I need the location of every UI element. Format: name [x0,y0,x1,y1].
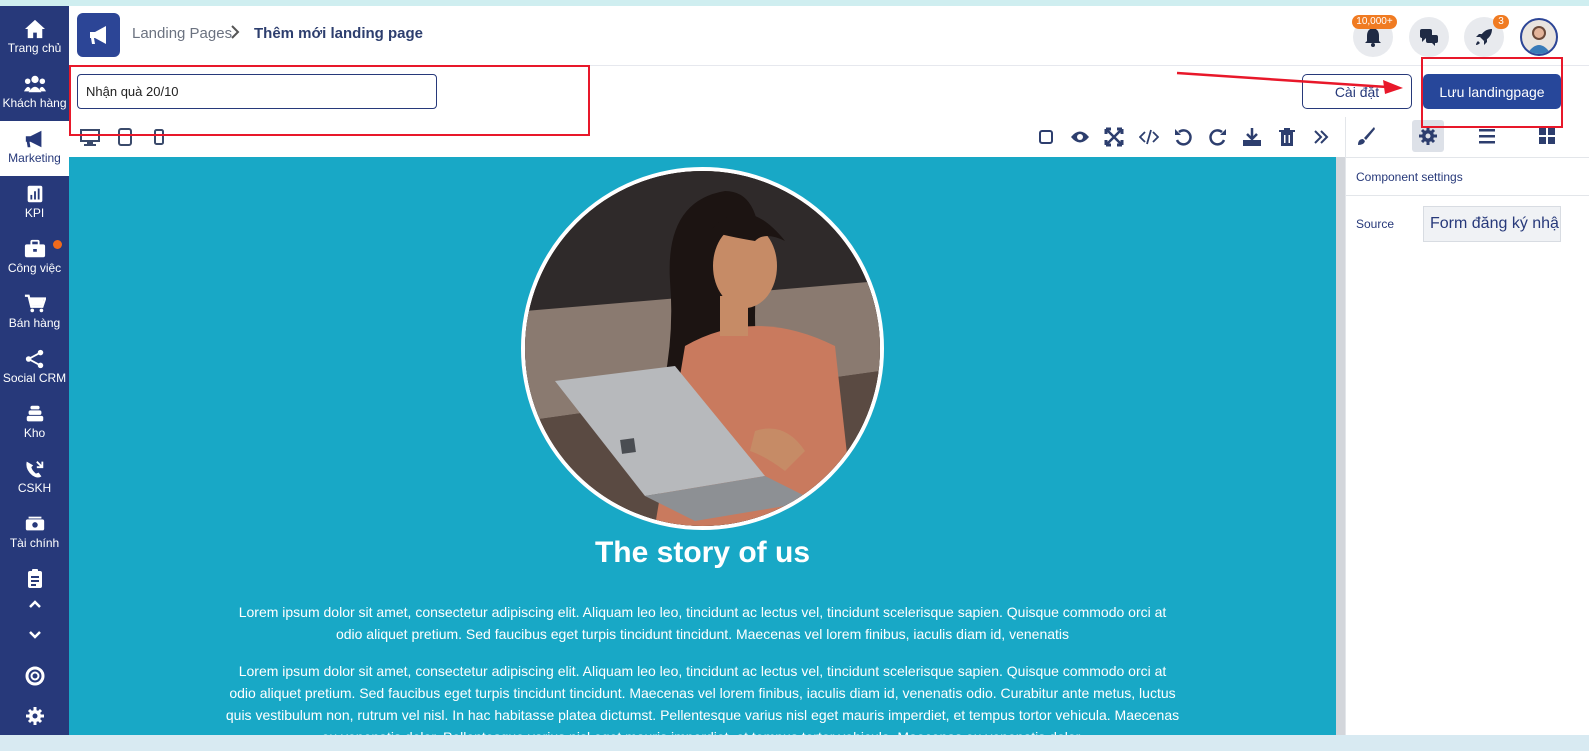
tab-style-manager[interactable] [1350,120,1382,152]
notification-badge: 10,000+ [1352,15,1397,29]
story-paragraph-2[interactable]: Lorem ipsum dolor sit amet, consectetur … [225,660,1180,735]
money-icon [25,516,44,531]
story-photo[interactable] [521,167,884,530]
sidebar-item-clipboard[interactable] [0,566,69,592]
notification-dot [53,240,62,249]
chevron-up-icon [28,600,41,608]
top-header: Landing Pages Thêm mới landing page 10,0… [69,6,1589,66]
sidebar-item-label: Khách hàng [2,96,67,110]
story-paragraph-1[interactable]: Lorem ipsum dolor sit amet, consectetur … [225,601,1180,645]
clipboard-icon [27,569,42,588]
home-icon [24,19,45,39]
users-icon [23,75,46,93]
sidebar-item-label: Kho [23,426,46,440]
rocket-badge: 3 [1493,15,1509,29]
fullscreen-button[interactable] [1103,126,1125,148]
trash-icon [1279,128,1295,146]
sidebar-scroll-down[interactable] [0,621,69,647]
code-icon [1139,129,1159,145]
briefcase-icon [24,239,45,258]
source-select[interactable]: Form đăng ký nhận quà [1423,206,1561,242]
woman-laptop-image [525,171,880,526]
redo-icon [1209,129,1226,146]
cart-icon [24,294,46,313]
paintbrush-icon [1358,127,1375,145]
bell-icon [1365,28,1381,47]
annotation-highlight-save [1421,57,1563,128]
chevron-right-icon [231,25,240,39]
gear-icon [25,707,44,725]
avatar[interactable] [1520,18,1558,56]
module-logo[interactable] [77,13,120,57]
preview-button[interactable] [1069,126,1091,148]
editor-canvas[interactable]: The story of us Lorem ipsum dolor sit am… [69,157,1336,735]
annotation-arrow-icon [1176,71,1403,94]
sidebar: Trang chủ Khách hàng Marketing KPI Công … [0,6,69,735]
square-icon [1039,130,1053,144]
toggle-outline-button[interactable] [1035,126,1057,148]
delete-button[interactable] [1276,126,1298,148]
right-panel: Component settings Source Form đăng ký n… [1345,117,1589,735]
chevron-down-icon [28,631,41,639]
share-icon [25,349,43,369]
eye-icon [1071,131,1089,143]
annotation-highlight-name [69,65,590,136]
breadcrumb-root[interactable]: Landing Pages [132,25,232,42]
sidebar-item-label: CSKH [17,481,52,495]
undo-icon [1175,129,1192,146]
rocket-icon [1476,29,1492,45]
app-root: Trang chủ Khách hàng Marketing KPI Công … [0,0,1589,751]
component-settings-header: Component settings [1346,157,1589,196]
sidebar-item-label: Marketing [8,151,61,165]
sidebar-item-label: Trang chủ [7,41,62,55]
menu-icon [1479,129,1495,144]
phone-icon [25,461,43,478]
sidebar-item-label: Bán hàng [8,316,61,330]
sidebar-item-label: Công việc [7,261,62,275]
sidebar-item-label: Social CRM [2,371,67,385]
chat-icon [1420,29,1438,46]
chart-icon [27,185,42,203]
sidebar-scroll-up[interactable] [0,591,69,617]
sidebar-help[interactable] [0,663,69,689]
source-label: Source [1356,217,1395,231]
sidebar-item-marketing[interactable]: Marketing [0,121,69,176]
sidebar-item-customers[interactable]: Khách hàng [0,66,69,121]
gear-icon [1419,127,1437,145]
undo-button[interactable] [1172,126,1194,148]
collapse-panel-button[interactable] [1310,126,1332,148]
download-icon [1243,128,1261,146]
sidebar-item-kpi[interactable]: KPI [0,176,69,231]
sidebar-item-warehouse[interactable]: Kho [0,396,69,451]
stack-icon [26,405,43,422]
chat-button[interactable] [1409,17,1449,57]
megaphone-icon [89,26,106,44]
megaphone-icon [25,130,41,148]
download-button[interactable] [1241,126,1263,148]
breadcrumb-current: Thêm mới landing page [254,25,424,42]
sidebar-item-cskh[interactable]: CSKH [0,451,69,506]
double-chevron-right-icon [1314,130,1329,144]
component-settings-title: Component settings [1356,170,1463,184]
code-view-button[interactable] [1138,126,1160,148]
story-heading[interactable]: The story of us [69,536,1336,570]
expand-icon [1104,127,1124,147]
sidebar-item-tasks[interactable]: Công việc [0,231,69,286]
bottom-strip [0,735,1589,751]
sidebar-item-label: Tài chính [9,536,60,550]
canvas-scrollbar[interactable] [1336,157,1345,735]
redo-button[interactable] [1207,126,1229,148]
sidebar-item-finance[interactable]: Tài chính [0,506,69,561]
sidebar-item-social-crm[interactable]: Social CRM [0,341,69,396]
sidebar-settings[interactable] [0,703,69,729]
sidebar-item-home[interactable]: Trang chủ [0,11,69,66]
sidebar-item-label: KPI [24,206,45,220]
lifebuoy-icon [25,666,44,686]
sidebar-item-sales[interactable]: Bán hàng [0,286,69,341]
grid-icon [1539,128,1555,144]
